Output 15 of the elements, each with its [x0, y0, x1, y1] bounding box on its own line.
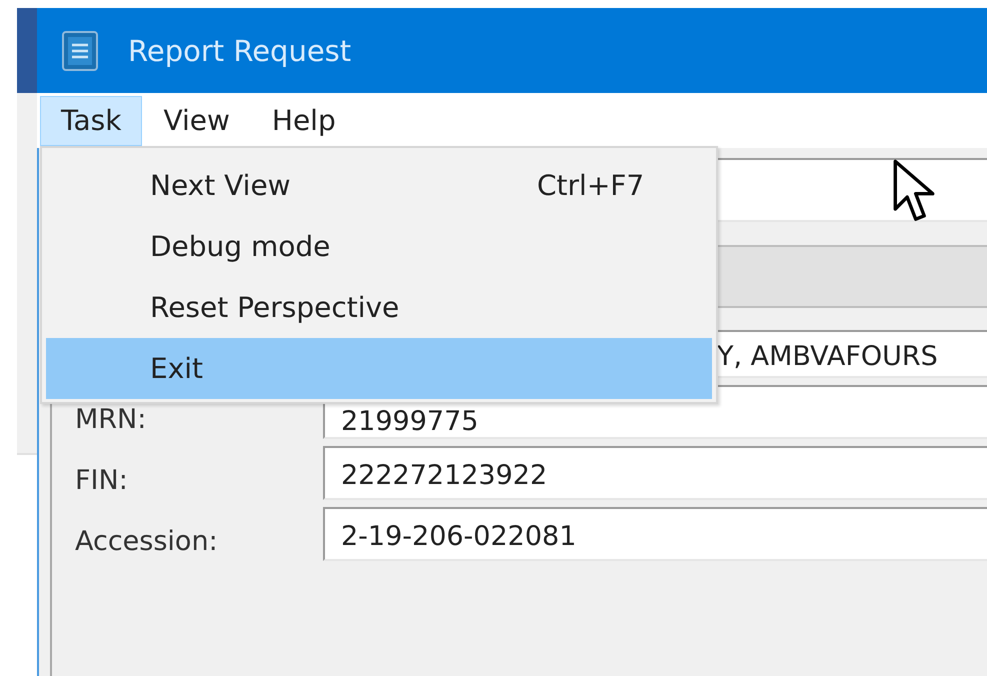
- shortcut-text: Ctrl+F7: [537, 169, 644, 202]
- window-title: Report Request: [128, 34, 352, 68]
- text-field[interactable]: 222272123922: [323, 446, 987, 500]
- app-icon: [62, 30, 98, 70]
- menu-option[interactable]: Reset Perspective: [46, 277, 712, 338]
- field-label: Accession:: [75, 524, 219, 558]
- menu-option[interactable]: Debug mode: [46, 216, 712, 277]
- text-field[interactable]: 2-19-206-022081: [323, 507, 987, 561]
- field-label: FIN:: [75, 464, 129, 498]
- menu-item[interactable]: Task: [40, 96, 142, 146]
- menu-option[interactable]: Exit: [46, 338, 712, 399]
- field-label: MRN:: [75, 402, 148, 436]
- menu-option[interactable]: Next View Ctrl+F7: [46, 155, 712, 216]
- menu-item[interactable]: View: [142, 96, 251, 146]
- menu-item[interactable]: Help: [250, 96, 357, 146]
